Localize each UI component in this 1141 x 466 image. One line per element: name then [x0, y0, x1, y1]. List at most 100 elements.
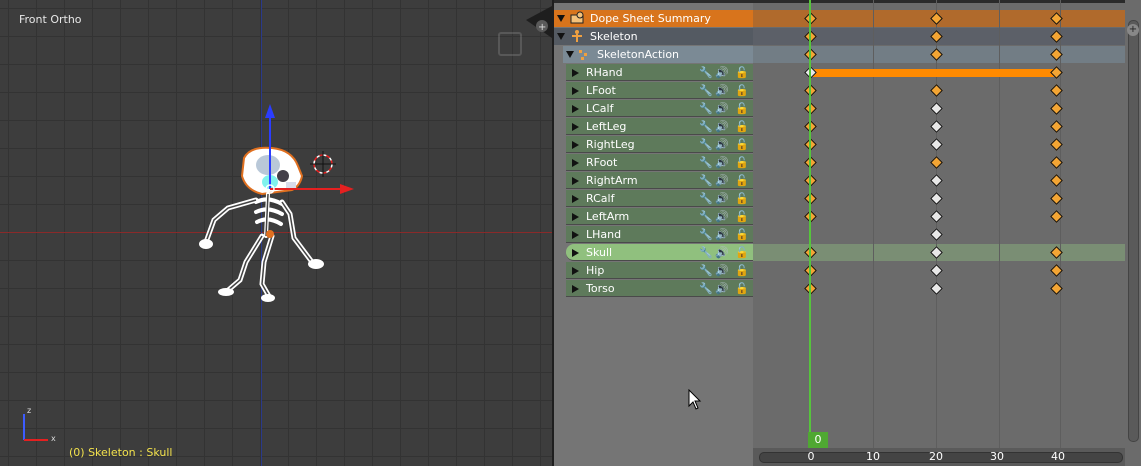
- frame-ruler[interactable]: 0 10 20 30 40: [753, 448, 1125, 466]
- expand-triangle-icon[interactable]: [572, 159, 579, 167]
- modifier-wrench-icon[interactable]: 🔧: [699, 83, 713, 98]
- modifier-wrench-icon[interactable]: 🔧: [699, 191, 713, 206]
- 3d-cursor-icon[interactable]: [310, 151, 336, 177]
- object-row[interactable]: Skeleton: [554, 28, 753, 45]
- ruler-label: 10: [866, 450, 880, 463]
- mute-speaker-icon[interactable]: 🔊: [715, 119, 729, 134]
- lock-icon[interactable]: 🔓: [735, 191, 749, 206]
- modifier-wrench-icon[interactable]: 🔧: [699, 137, 713, 152]
- lock-icon[interactable]: 🔓: [735, 245, 749, 260]
- expand-triangle-icon[interactable]: [572, 285, 579, 293]
- expand-triangle-icon[interactable]: [572, 105, 579, 113]
- mute-speaker-icon[interactable]: 🔊: [715, 281, 729, 296]
- mute-speaker-icon[interactable]: 🔊: [715, 173, 729, 188]
- expand-triangle-icon[interactable]: [557, 15, 565, 22]
- lock-icon[interactable]: 🔓: [735, 281, 749, 296]
- lock-icon[interactable]: 🔓: [735, 119, 749, 134]
- expand-triangle-icon[interactable]: [572, 87, 579, 95]
- lock-icon[interactable]: 🔓: [735, 227, 749, 242]
- keyframe-hold-bar[interactable]: [811, 69, 1055, 77]
- current-frame-indicator[interactable]: 0: [808, 432, 828, 448]
- mute-speaker-icon[interactable]: 🔊: [715, 155, 729, 170]
- playhead[interactable]: [809, 0, 811, 448]
- expand-triangle-icon[interactable]: [572, 213, 579, 221]
- bone-channel-row[interactable]: Skull 🔧 🔊 🔓: [566, 244, 753, 261]
- lock-icon[interactable]: 🔓: [735, 101, 749, 116]
- mute-speaker-icon[interactable]: 🔊: [715, 209, 729, 224]
- modifier-wrench-icon[interactable]: 🔧: [699, 263, 713, 278]
- bone-channel-row[interactable]: LeftLeg 🔧 🔊 🔓: [566, 118, 753, 135]
- mute-speaker-icon[interactable]: 🔊: [715, 83, 729, 98]
- mute-speaker-icon[interactable]: 🔊: [715, 101, 729, 116]
- bone-channel-row[interactable]: LCalf 🔧 🔊 🔓: [566, 100, 753, 117]
- expand-triangle-icon[interactable]: [572, 69, 579, 77]
- keyframe[interactable]: [930, 120, 943, 133]
- expand-triangle-icon[interactable]: [557, 33, 565, 40]
- mute-speaker-icon[interactable]: 🔊: [715, 263, 729, 278]
- bone-channel-label: RHand: [586, 66, 623, 79]
- mute-speaker-icon[interactable]: 🔊: [715, 245, 729, 260]
- bone-channel-label: LCalf: [586, 102, 614, 115]
- mouse-cursor-icon: [688, 389, 702, 410]
- lock-icon[interactable]: 🔓: [735, 173, 749, 188]
- expand-triangle-icon[interactable]: [572, 123, 579, 131]
- keyframe[interactable]: [930, 102, 943, 115]
- 3d-viewport[interactable]: Front Ortho z x + (0) Skeleton: Skull: [0, 0, 552, 466]
- bone-channel-row[interactable]: RHand 🔧 🔊 🔓: [566, 64, 753, 81]
- modifier-wrench-icon[interactable]: 🔧: [699, 245, 713, 260]
- modifier-wrench-icon[interactable]: 🔧: [699, 65, 713, 80]
- expand-triangle-icon[interactable]: [572, 195, 579, 203]
- modifier-wrench-icon[interactable]: 🔧: [699, 281, 713, 296]
- bone-channel-row[interactable]: Torso 🔧 🔊 🔓: [566, 280, 753, 297]
- mute-speaker-icon[interactable]: 🔊: [715, 191, 729, 206]
- keyframe[interactable]: [930, 264, 943, 277]
- lock-icon[interactable]: 🔓: [735, 209, 749, 224]
- bone-channel-row[interactable]: RCalf 🔧 🔊 🔓: [566, 190, 753, 207]
- mute-speaker-icon[interactable]: 🔊: [715, 137, 729, 152]
- lock-icon[interactable]: 🔓: [735, 263, 749, 278]
- keyframe[interactable]: [930, 156, 943, 169]
- lock-icon[interactable]: 🔓: [735, 155, 749, 170]
- expand-triangle-icon[interactable]: [572, 249, 579, 257]
- expand-triangle-icon[interactable]: [572, 267, 579, 275]
- modifier-wrench-icon[interactable]: 🔧: [699, 119, 713, 134]
- ribcage[interactable]: [254, 192, 284, 238]
- mute-speaker-icon[interactable]: 🔊: [715, 65, 729, 80]
- bone-channel-row[interactable]: RightLeg 🔧 🔊 🔓: [566, 136, 753, 153]
- keyframe[interactable]: [930, 282, 943, 295]
- add-area-icon[interactable]: +: [1127, 24, 1139, 36]
- scrollbar-thumb[interactable]: [1128, 20, 1139, 442]
- modifier-wrench-icon[interactable]: 🔧: [699, 227, 713, 242]
- lock-icon[interactable]: 🔓: [735, 137, 749, 152]
- area-split-corner-icon[interactable]: +: [526, 6, 552, 38]
- summary-row[interactable]: Dope Sheet Summary: [554, 10, 753, 27]
- lock-icon[interactable]: 🔓: [735, 83, 749, 98]
- skull[interactable]: [240, 146, 304, 196]
- keyframe[interactable]: [930, 138, 943, 151]
- bone-channel-row[interactable]: LHand 🔧 🔊 🔓: [566, 226, 753, 243]
- expand-triangle-icon[interactable]: [572, 177, 579, 185]
- keyframe-timeline[interactable]: 0 0 10 20 30 40: [753, 0, 1125, 466]
- modifier-wrench-icon[interactable]: 🔧: [699, 209, 713, 224]
- action-row[interactable]: SkeletonAction: [563, 46, 753, 63]
- bone-channel-row[interactable]: LeftArm 🔧 🔊 🔓: [566, 208, 753, 225]
- mute-speaker-icon[interactable]: 🔊: [715, 227, 729, 242]
- modifier-wrench-icon[interactable]: 🔧: [699, 101, 713, 116]
- keyframe[interactable]: [930, 84, 943, 97]
- modifier-wrench-icon[interactable]: 🔧: [699, 173, 713, 188]
- keyframe[interactable]: [930, 192, 943, 205]
- modifier-wrench-icon[interactable]: 🔧: [699, 155, 713, 170]
- lock-icon[interactable]: 🔓: [735, 65, 749, 80]
- bone-channel-row[interactable]: Hip 🔧 🔊 🔓: [566, 262, 753, 279]
- expand-triangle-icon[interactable]: [566, 51, 574, 58]
- vertical-scrollbar[interactable]: +: [1125, 0, 1141, 466]
- bone-channel-row[interactable]: RFoot 🔧 🔊 🔓: [566, 154, 753, 171]
- keyframe[interactable]: [930, 228, 943, 241]
- skeleton-model[interactable]: z x: [0, 0, 552, 466]
- bone-channel-row[interactable]: RightArm 🔧 🔊 🔓: [566, 172, 753, 189]
- keyframe[interactable]: [930, 210, 943, 223]
- bone-channel-row[interactable]: LFoot 🔧 🔊 🔓: [566, 82, 753, 99]
- expand-triangle-icon[interactable]: [572, 141, 579, 149]
- keyframe[interactable]: [930, 174, 943, 187]
- expand-triangle-icon[interactable]: [572, 231, 579, 239]
